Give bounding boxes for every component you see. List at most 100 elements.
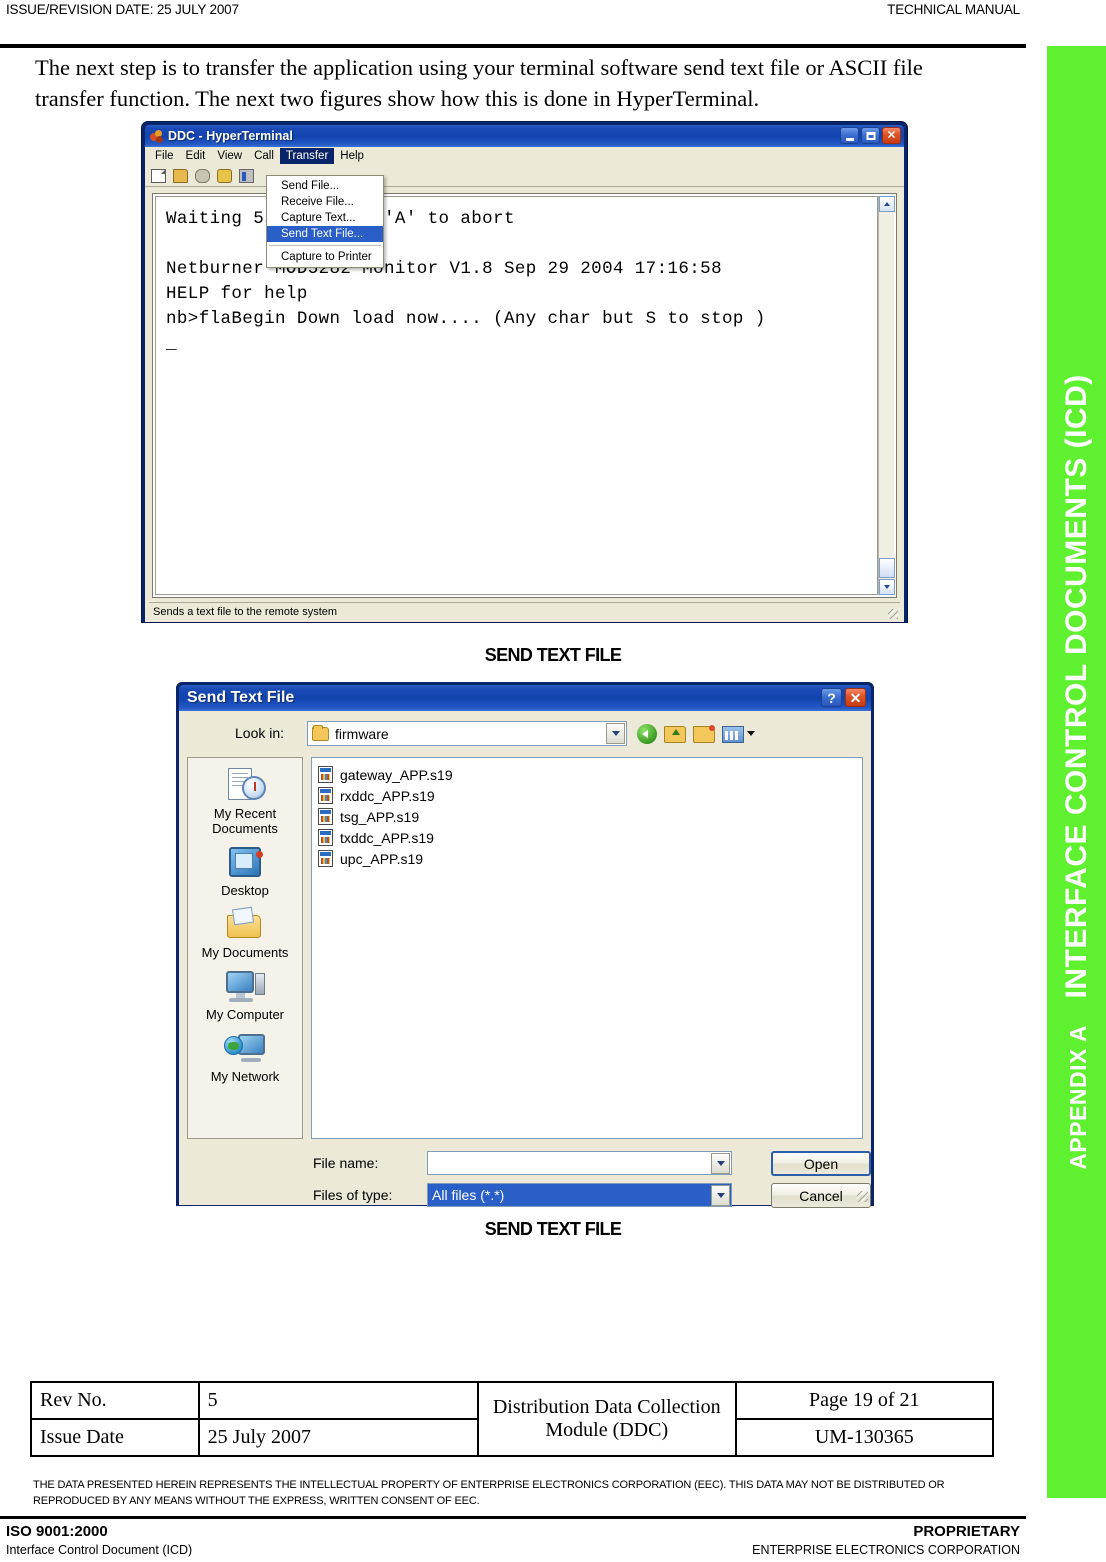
- menu-help[interactable]: Help: [334, 148, 370, 164]
- place-label: My Documents: [201, 945, 289, 960]
- minimize-button[interactable]: [840, 127, 859, 144]
- places-bar: My Recent Documents Desktop My Documents…: [187, 757, 303, 1139]
- list-item[interactable]: gateway_APP.s19: [318, 764, 862, 785]
- list-item[interactable]: rxddc_APP.s19: [318, 785, 862, 806]
- file-name-label: File name:: [313, 1155, 379, 1171]
- cancel-button[interactable]: Cancel: [771, 1183, 871, 1208]
- close-icon[interactable]: ✕: [882, 127, 901, 144]
- transfer-dropdown-menu: Send File... Receive File... Capture Tex…: [266, 175, 384, 268]
- file-icon: [318, 829, 333, 846]
- place-my-documents[interactable]: My Documents: [188, 906, 302, 960]
- module-name: Distribution Data Collection Module (DDC…: [476, 1381, 737, 1457]
- terminal-line-4: HELP for help: [166, 284, 308, 304]
- open-button[interactable]: Open: [771, 1151, 871, 1176]
- desktop-icon: [224, 845, 266, 881]
- header-technical-manual: TECHNICAL MANUAL: [887, 2, 1020, 17]
- disconnect-icon[interactable]: [217, 168, 232, 183]
- menu-call[interactable]: Call: [248, 148, 280, 164]
- place-label: Desktop: [221, 883, 269, 898]
- menu-file[interactable]: File: [149, 148, 180, 164]
- views-chevron-down-icon[interactable]: [747, 731, 755, 736]
- dialog-titlebar[interactable]: Send Text File ? ✕: [179, 685, 871, 711]
- place-my-recent-documents[interactable]: My Recent Documents: [188, 768, 302, 836]
- document-number: UM-130365: [734, 1418, 995, 1457]
- chevron-down-icon[interactable]: [606, 723, 625, 744]
- files-of-type-value: All files (*.*): [432, 1187, 505, 1203]
- scroll-down-icon[interactable]: [879, 579, 895, 595]
- maximize-button[interactable]: [861, 127, 880, 144]
- terminal-line-6: _: [166, 334, 177, 354]
- hyperterminal-toolbar: [145, 165, 904, 187]
- back-icon[interactable]: [637, 723, 657, 744]
- hyperterminal-statusbar: Sends a text file to the remote system: [149, 602, 900, 620]
- chevron-down-icon[interactable]: [711, 1153, 730, 1174]
- chevron-down-icon[interactable]: [711, 1185, 730, 1206]
- menu-item-capture-to-printer[interactable]: Capture to Printer: [267, 249, 383, 265]
- file-name: upc_APP.s19: [340, 850, 424, 867]
- file-icon: [318, 808, 333, 825]
- files-of-type-select[interactable]: All files (*.*): [427, 1183, 732, 1207]
- footer-icd: Interface Control Document (ICD): [6, 1543, 193, 1557]
- menu-transfer[interactable]: Transfer: [279, 147, 335, 164]
- file-name: txddc_APP.s19: [340, 829, 434, 846]
- dialog-toolbar: [637, 721, 755, 746]
- appendix-tab-label: APPENDIX A INTERFACE CONTROL DOCUMENTS (…: [1060, 374, 1094, 1170]
- footer-iso: ISO 9001:2000: [6, 1523, 108, 1540]
- figure-caption-2: SEND TEXT FILE: [484, 1219, 622, 1239]
- terminal-scrollbar[interactable]: [878, 196, 895, 595]
- intro-paragraph: The next step is to transfer the applica…: [35, 55, 923, 111]
- folder-icon: [312, 724, 329, 741]
- menu-item-capture-text[interactable]: Capture Text...: [267, 210, 383, 226]
- menu-item-send-file[interactable]: Send File...: [267, 178, 383, 194]
- file-list[interactable]: gateway_APP.s19 rxddc_APP.s19 tsg_APP.s1…: [311, 757, 863, 1139]
- list-item[interactable]: tsg_APP.s19: [318, 806, 862, 827]
- appendix-tab-prefix: APPENDIX A: [1064, 1025, 1091, 1170]
- place-label: My Network: [210, 1069, 280, 1084]
- hyperterminal-title: DDC - HyperTerminal: [168, 129, 293, 143]
- terminal-line-5: nb>flaBegin Down load now.... (Any char …: [166, 309, 766, 329]
- rev-no-label: Rev No.: [30, 1381, 200, 1420]
- dialog-window-buttons: ? ✕: [821, 688, 866, 707]
- hyperterminal-app-icon: [149, 129, 164, 144]
- phone-icon[interactable]: [195, 168, 210, 183]
- look-in-combobox[interactable]: firmware: [307, 721, 627, 746]
- file-name-row: File name: Open: [179, 1151, 871, 1177]
- menu-edit[interactable]: Edit: [180, 148, 212, 164]
- close-icon[interactable]: ✕: [845, 688, 866, 707]
- file-name: gateway_APP.s19: [340, 766, 453, 783]
- place-my-network[interactable]: My Network: [188, 1031, 302, 1084]
- open-icon[interactable]: [173, 168, 188, 183]
- dialog-body: Look in: firmware My Recent Documents De…: [179, 711, 871, 1208]
- appendix-tab: APPENDIX A INTERFACE CONTROL DOCUMENTS (…: [1047, 46, 1106, 1498]
- scrollbar-thumb[interactable]: [879, 558, 895, 578]
- terminal-area[interactable]: Waiting 5sec, press 'A' to abort Netburn…: [152, 193, 897, 598]
- header-divider: [0, 44, 1026, 48]
- terminal-line-3: Netburner MOD5282 Monitor V1.8 Sep 29 20…: [166, 259, 722, 279]
- up-one-level-icon[interactable]: [664, 726, 686, 743]
- file-icon: [318, 787, 333, 804]
- resize-grip-icon[interactable]: [888, 609, 898, 619]
- menu-view[interactable]: View: [211, 148, 248, 164]
- menu-item-receive-file[interactable]: Receive File...: [267, 194, 383, 210]
- terminal-text: Waiting 5sec, press 'A' to abort Netburn…: [155, 196, 878, 595]
- place-my-computer[interactable]: My Computer: [188, 969, 302, 1022]
- list-item[interactable]: upc_APP.s19: [318, 848, 862, 869]
- menu-separator: [269, 245, 381, 246]
- place-label: My Recent Documents: [212, 806, 278, 836]
- hyperterminal-titlebar[interactable]: DDC - HyperTerminal ✕: [145, 125, 904, 147]
- file-name-input[interactable]: [427, 1151, 732, 1175]
- help-icon[interactable]: ?: [821, 688, 842, 707]
- scroll-up-icon[interactable]: [879, 196, 895, 212]
- list-item[interactable]: txddc_APP.s19: [318, 827, 862, 848]
- menu-item-send-text-file[interactable]: Send Text File...: [267, 226, 383, 242]
- page-header: ISSUE/REVISION DATE: 25 JULY 2007 TECHNI…: [0, 0, 1026, 28]
- appendix-tab-title: INTERFACE CONTROL DOCUMENTS (ICD): [1059, 374, 1093, 999]
- place-label: My Computer: [205, 1007, 285, 1022]
- place-desktop[interactable]: Desktop: [188, 845, 302, 898]
- new-icon[interactable]: [151, 168, 166, 183]
- properties-icon[interactable]: [239, 168, 254, 183]
- new-folder-icon[interactable]: [693, 725, 715, 743]
- views-icon[interactable]: [722, 726, 744, 743]
- resize-grip-icon[interactable]: [857, 1191, 868, 1202]
- page-number: Page 19 of 21: [734, 1381, 995, 1420]
